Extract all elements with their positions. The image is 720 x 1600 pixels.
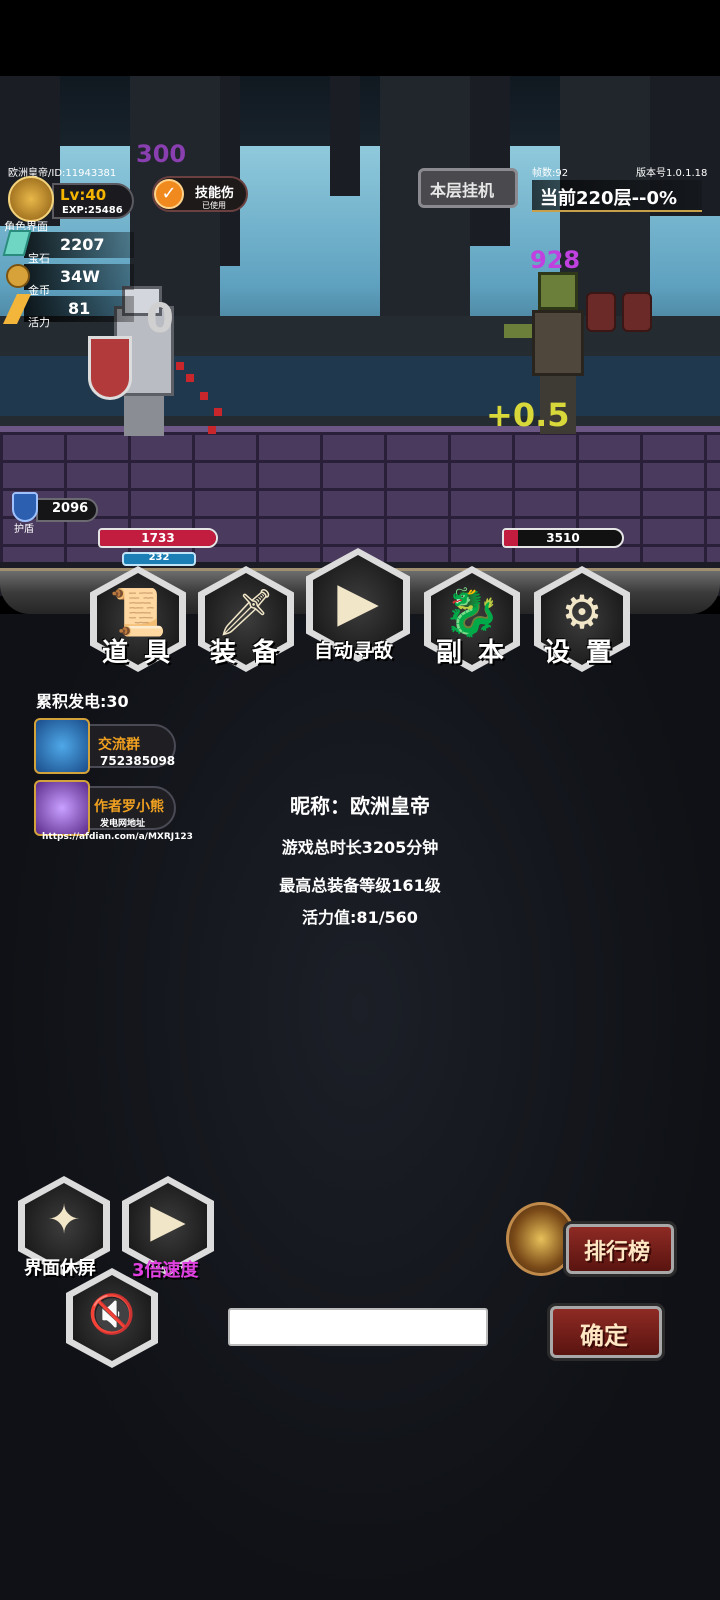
floating-damage-300: 300: [136, 140, 187, 168]
accumulated-donations: 累积发电:30: [36, 692, 129, 711]
enemy-hp-value: 3510: [546, 531, 580, 545]
chat-group-title: 交流群: [98, 737, 140, 753]
gold-coin-icon: [6, 264, 30, 288]
player-hp-bar: 1733: [98, 528, 218, 548]
idle-this-floor-label: 本层挂机: [430, 181, 495, 200]
armor-label: 护盾: [14, 524, 34, 535]
ranking-label: 排行榜: [584, 1240, 651, 1265]
max-equipment-level: 最高总装备等级161级: [279, 876, 441, 895]
character-portrait-button[interactable]: [8, 176, 54, 222]
exp-text: EXP:25486: [62, 205, 123, 216]
auto-find-enemy-label: 自动寻敌: [314, 640, 395, 662]
play-icon: ▶: [150, 1193, 186, 1247]
floating-damage-928: 928: [530, 246, 581, 274]
text-input[interactable]: [228, 1308, 488, 1346]
skill-status: 已使用: [202, 201, 226, 210]
confirm-label: 确定: [580, 1322, 628, 1350]
energy-label: 活力: [28, 316, 50, 329]
stalactite: [330, 76, 360, 196]
floating-damage-0: 0: [146, 296, 174, 342]
enemy-hp-bar: 3510: [502, 528, 624, 548]
dungeon-label: 副本: [436, 638, 521, 668]
status-bar: [0, 0, 720, 76]
blood-particle: [208, 426, 216, 434]
fps-counter: 帧数:92: [532, 168, 569, 179]
gold-value: 34W: [60, 267, 100, 286]
energy-value: 81: [68, 299, 91, 318]
blood-particle: [200, 392, 208, 400]
settings-label: 设置: [544, 638, 629, 668]
blood-particle: [214, 408, 222, 416]
armor-value: 2096: [52, 501, 89, 516]
mute-icon: 🔇: [88, 1292, 136, 1336]
version-label: 版本号1.0.1.18: [636, 168, 708, 179]
barrel: [622, 292, 652, 332]
blood-particle: [176, 362, 184, 370]
sparkles-icon: ✦: [47, 1197, 81, 1243]
floor-status: 当前220层--0%: [540, 188, 678, 209]
chat-group-number: 752385098: [100, 754, 176, 768]
nickname: 昵称：欧洲皇帝: [290, 794, 430, 818]
speed-label: 3倍速度: [132, 1260, 199, 1281]
play-icon: ▶: [337, 570, 379, 633]
energy-value-text: 活力值:81/560: [302, 908, 418, 927]
player-hp-value: 1733: [141, 531, 175, 545]
items-label: 道具: [102, 638, 187, 668]
skill-damage-label: 技能伤: [195, 186, 235, 201]
monster-icon: [34, 718, 90, 774]
screen-rest-label: 界面休屏: [24, 1258, 96, 1279]
player-mp-value: 232: [148, 552, 170, 563]
level-text: Lv:40: [60, 186, 107, 204]
total-play-time: 游戏总时长3205分钟: [281, 838, 439, 857]
checkmark-icon: ✓: [154, 179, 184, 209]
shield-icon: [12, 492, 38, 522]
equipment-label: 装备: [210, 638, 295, 668]
floating-gain: +0.5: [486, 396, 570, 434]
blood-particle: [186, 374, 194, 382]
gems-value: 2207: [60, 235, 105, 254]
